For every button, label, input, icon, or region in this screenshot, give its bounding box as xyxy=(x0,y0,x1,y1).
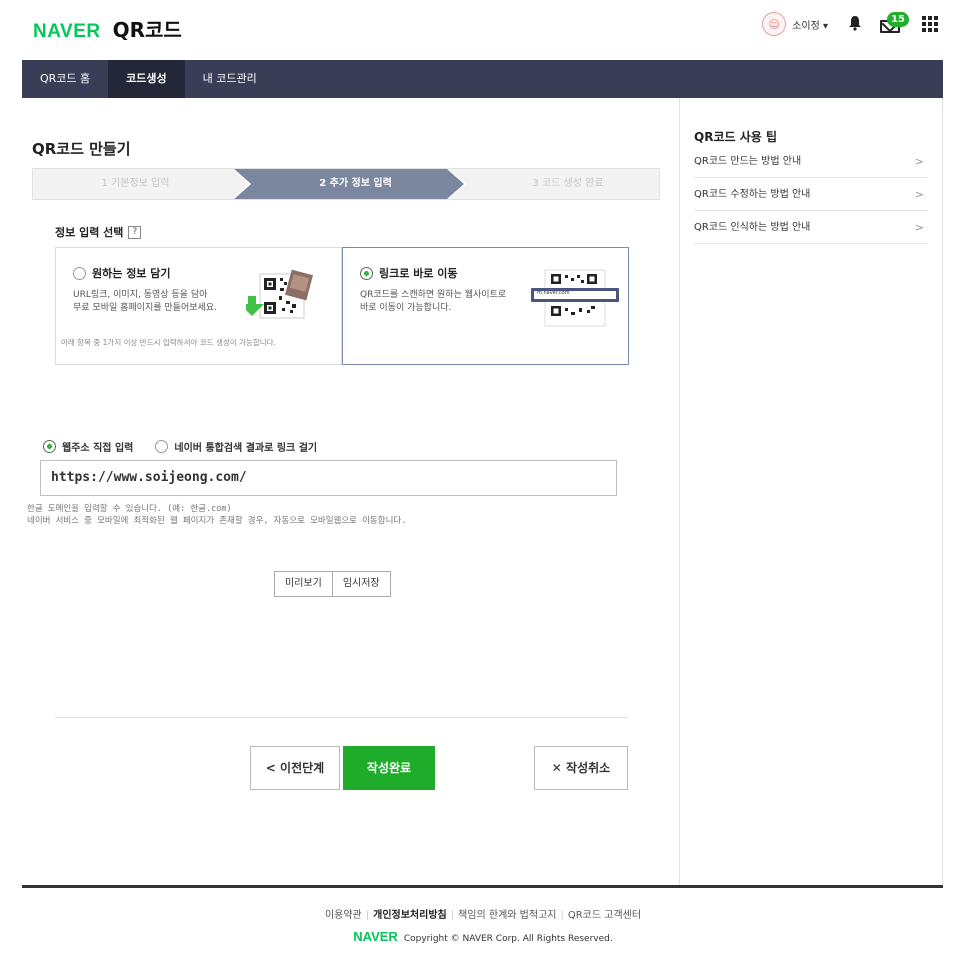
naver-logo[interactable]: NAVER xyxy=(33,21,101,43)
tips-title: QR코드 사용 팁 xyxy=(694,130,777,144)
tip-item-scan[interactable]: QR코드 인식하는 방법 안내 > xyxy=(694,212,928,244)
temp-save-button[interactable]: 임시저장 xyxy=(332,571,391,597)
option-content-desc: URL링크, 이미지, 동영상 등을 담아 무료 모바일 홈페이지를 만들어보세… xyxy=(73,289,243,315)
username-menu[interactable]: 소이정 ▾ xyxy=(792,17,828,32)
radio-direct-url-label[interactable]: 웹주소 직접 입력 xyxy=(62,439,133,454)
username-label: 소이정 xyxy=(792,20,820,32)
support-link[interactable]: QR코드 고객센터 xyxy=(568,910,641,921)
section-label-text: 정보 입력 선택 xyxy=(55,226,124,239)
option-link-title: 링크로 바로 이동 xyxy=(360,265,458,281)
option-card-content[interactable]: 원하는 정보 담기 URL링크, 이미지, 동영상 등을 담아 무료 모바일 홈… xyxy=(55,247,342,365)
url-input[interactable]: https://www.soijeong.com/ xyxy=(40,460,617,496)
desc-line: URL링크, 이미지, 동영상 등을 담아 xyxy=(73,290,208,300)
main-content: QR코드 만들기 1 기본정보 입력 2 추가 정보 입력 3 코드 생성 완료… xyxy=(22,98,679,885)
qr-link-illustration: m.naver.com xyxy=(529,268,621,331)
mail-count-badge: 15 xyxy=(887,12,909,27)
tips-sidebar: QR코드 사용 팁 QR코드 만드는 방법 안내 > QR코드 수정하는 방법 … xyxy=(679,98,943,885)
tip-item-create[interactable]: QR코드 만드는 방법 안내 > xyxy=(694,146,928,178)
footer-divider xyxy=(22,885,943,888)
chevron-right-icon: > xyxy=(914,221,924,234)
terms-link[interactable]: 이용약관 xyxy=(325,910,362,921)
disclaimer-link[interactable]: 책임의 한계와 법적고지 xyxy=(458,910,556,921)
step-3: 3 코드 생성 완료 xyxy=(532,178,604,189)
copyright: NAVER Copyright © NAVER Corp. All Rights … xyxy=(0,929,966,944)
service-title[interactable]: QR코드 xyxy=(113,14,182,43)
footer-links: 이용약관 | 개인정보처리방침 | 책임의 한계와 법적고지 | QR코드 고객센터 xyxy=(324,910,642,921)
browser-url-text: m.naver.com xyxy=(537,290,570,296)
prev-step-button[interactable]: < 이전단계 xyxy=(250,746,340,790)
main-nav: QR코드 홈 코드생성 내 코드관리 xyxy=(22,60,943,98)
desc-line: 바로 이동이 가능합니다. xyxy=(360,303,452,313)
radio-naver-search[interactable] xyxy=(155,440,169,453)
tab-my-codes[interactable]: 내 코드관리 xyxy=(185,60,275,98)
bell-icon[interactable] xyxy=(846,15,864,33)
url-hint: 한글 도메인을 입력할 수 있습니다. (예: 한글.com) 네이버 서비스 … xyxy=(27,503,406,527)
footer-naver-logo[interactable]: NAVER xyxy=(353,929,398,944)
tip-item-edit[interactable]: QR코드 수정하는 방법 안내 > xyxy=(694,179,928,211)
chevron-right-icon: > xyxy=(914,155,924,168)
option-link-label: 링크로 바로 이동 xyxy=(379,267,458,280)
option-card-link[interactable]: 링크로 바로 이동 QR코드를 스캔하면 원하는 웹사이트로 바로 이동이 가능… xyxy=(342,247,629,365)
radio-content[interactable] xyxy=(73,266,86,280)
complete-button[interactable]: 작성완료 xyxy=(343,746,435,790)
preview-save-group: 미리보기 임시저장 xyxy=(274,571,391,597)
option-content-title: 원하는 정보 담기 xyxy=(73,265,171,281)
tab-create-code[interactable]: 코드생성 xyxy=(108,60,185,98)
step-2-active: 2 추가 정보 입력 xyxy=(319,178,392,189)
apps-grid-icon[interactable] xyxy=(922,16,938,32)
desc-line: 무료 모바일 홈페이지를 만들어보세요. xyxy=(73,303,217,313)
option-content-note: 아래 항목 중 1가지 이상 반드시 입력하셔야 코드 생성이 가능합니다. xyxy=(61,338,276,347)
copyright-text: Copyright © NAVER Corp. All Rights Reser… xyxy=(403,934,613,944)
step-indicator: 1 기본정보 입력 2 추가 정보 입력 3 코드 생성 완료 xyxy=(32,168,660,200)
option-content-label: 원하는 정보 담기 xyxy=(92,267,171,280)
desc-line: QR코드를 스캔하면 원하는 웹사이트로 xyxy=(360,290,507,300)
hint-line: 한글 도메인을 입력할 수 있습니다. (예: 한글.com) xyxy=(27,504,232,514)
radio-link[interactable] xyxy=(360,266,373,280)
user-area: ☺ 소이정 ▾ 15 xyxy=(762,12,938,36)
tab-qr-home[interactable]: QR코드 홈 xyxy=(22,60,108,98)
preview-button[interactable]: 미리보기 xyxy=(274,571,333,597)
divider xyxy=(55,717,628,718)
mail-icon[interactable]: 15 xyxy=(880,12,909,34)
step-1: 1 기본정보 입력 xyxy=(101,178,170,189)
tip-item-label: QR코드 만드는 방법 안내 xyxy=(694,156,802,167)
chevron-right-icon: > xyxy=(914,188,924,201)
avatar[interactable]: ☺ xyxy=(762,12,787,36)
header: NAVER QR코드 ☺ 소이정 ▾ 15 xyxy=(0,0,966,60)
privacy-link[interactable]: 개인정보처리방침 xyxy=(373,910,447,921)
page-title: QR코드 만들기 xyxy=(32,140,131,158)
radio-naver-search-label[interactable]: 네이버 통합검색 결과로 링크 걸기 xyxy=(174,439,317,454)
input-type-selector: 웹주소 직접 입력 네이버 통합검색 결과로 링크 걸기 xyxy=(43,439,317,454)
option-link-desc: QR코드를 스캔하면 원하는 웹사이트로 바로 이동이 가능합니다. xyxy=(360,289,530,315)
logo[interactable]: NAVER QR코드 xyxy=(33,14,182,43)
tip-item-label: QR코드 인식하는 방법 안내 xyxy=(694,222,811,233)
hint-line: 네이버 서비스 중 모바일에 최적화된 웹 페이지가 존재할 경우, 자동으로 … xyxy=(27,516,407,526)
qr-photo-illustration xyxy=(240,268,326,331)
cancel-button[interactable]: ✕ 작성취소 xyxy=(534,746,628,790)
section-label: 정보 입력 선택 ? xyxy=(55,224,142,240)
radio-direct-url[interactable] xyxy=(43,440,56,453)
tip-item-label: QR코드 수정하는 방법 안내 xyxy=(694,189,811,200)
help-icon[interactable]: ? xyxy=(128,225,142,239)
